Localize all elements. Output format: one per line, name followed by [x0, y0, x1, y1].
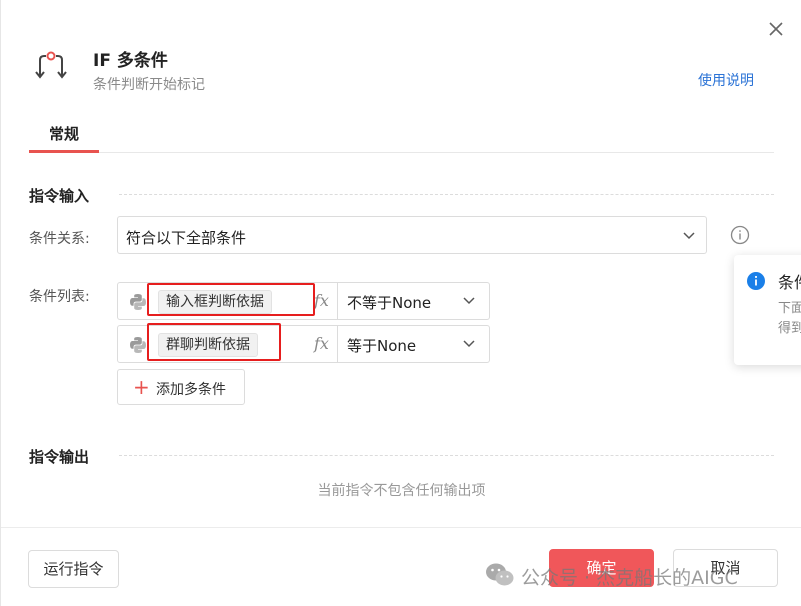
output-section-title: 指令输出 [29, 448, 90, 466]
input-section-title: 指令输入 [29, 187, 90, 205]
popover-desc: 下面 [778, 301, 801, 316]
help-link[interactable]: 使用说明 [698, 70, 754, 90]
section-divider [119, 194, 774, 195]
tab-general[interactable]: 常规 [29, 116, 99, 152]
info-popover: 条件 下面 得到 [734, 255, 801, 365]
watermark-text: 公众号 · 杰克船长的AIGC [521, 567, 738, 589]
chevron-down-icon [463, 297, 475, 305]
python-icon [130, 337, 146, 353]
relation-value: 符合以下全部条件 [126, 229, 247, 247]
python-icon [130, 294, 146, 310]
if-branch-icon [31, 46, 71, 86]
operator-value: 不等于None [347, 294, 432, 312]
popover-title: 条件 [778, 273, 801, 292]
highlight-box [147, 323, 281, 361]
operator-value: 等于None [347, 337, 417, 355]
relation-label: 条件关系: [29, 231, 90, 247]
empty-output-text: 当前指令不包含任何输出项 [317, 483, 486, 499]
dialog-title: IF 多条件 [93, 51, 168, 71]
operator-select[interactable]: 等于None [338, 326, 489, 362]
wechat-icon [486, 563, 514, 586]
popover-desc: 得到 [778, 321, 801, 336]
info-filled-icon [747, 272, 765, 290]
plus-icon: + [133, 375, 150, 399]
chevron-down-icon [683, 232, 695, 240]
chevron-down-icon [463, 340, 475, 348]
fx-icon[interactable]: fx [314, 291, 329, 310]
conditions-label: 条件列表: [29, 289, 90, 305]
close-icon[interactable] [765, 18, 787, 40]
dialog: IF 多条件 条件判断开始标记 使用说明 常规 指令输入 条件关系: 符合以下全… [0, 0, 801, 606]
dialog-subtitle: 条件判断开始标记 [93, 77, 205, 93]
operator-select[interactable]: 不等于None [338, 283, 489, 319]
fx-icon[interactable]: fx [314, 334, 329, 353]
add-condition-button[interactable]: + 添加多条件 [117, 369, 245, 405]
tab-active-indicator [29, 150, 99, 153]
add-condition-label: 添加多条件 [156, 382, 226, 398]
footer-divider [1, 527, 801, 528]
run-command-button[interactable]: 运行指令 [28, 550, 119, 588]
info-circle-icon[interactable] [730, 225, 750, 245]
highlight-box [147, 283, 315, 316]
relation-select[interactable]: 符合以下全部条件 [117, 216, 707, 254]
tab-bar: 常规 [29, 116, 774, 153]
section-divider [119, 455, 774, 456]
